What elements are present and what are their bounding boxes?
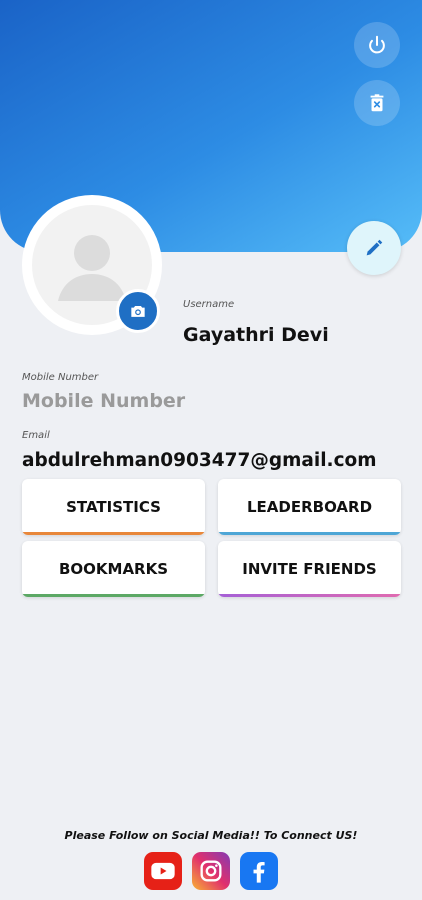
delete-icon — [370, 94, 384, 112]
change-photo-button[interactable] — [116, 289, 160, 333]
statistics-button[interactable]: STATISTICS — [22, 479, 205, 535]
bookmarks-label: BOOKMARKS — [58, 560, 169, 578]
delete-account-button[interactable] — [354, 80, 400, 126]
pencil-icon — [366, 239, 383, 256]
youtube-button[interactable] — [144, 852, 182, 890]
invite-friends-label: INVITE FRIENDS — [242, 560, 377, 578]
username-value: Gayathri Devi — [183, 324, 329, 346]
username-label: Username — [183, 299, 235, 310]
statistics-accent-bar — [22, 532, 205, 535]
instagram-button[interactable] — [192, 852, 230, 890]
youtube-icon — [151, 862, 175, 880]
bookmarks-accent-bar — [22, 594, 205, 597]
email-value: abdulrehman0903477@gmail.com — [22, 450, 377, 471]
leaderboard-button[interactable]: LEADERBOARD — [218, 479, 401, 535]
mobile-number-field[interactable]: Mobile Number — [22, 390, 185, 412]
instagram-icon — [200, 860, 222, 882]
email-label: Email — [22, 430, 50, 441]
camera-icon — [131, 306, 145, 317]
bookmarks-button[interactable]: BOOKMARKS — [22, 541, 205, 597]
invite-friends-accent-bar — [218, 594, 401, 597]
leaderboard-accent-bar — [218, 532, 401, 535]
logout-button[interactable] — [354, 22, 400, 68]
edit-profile-button[interactable] — [347, 221, 401, 275]
power-icon — [369, 35, 385, 54]
invite-friends-button[interactable]: INVITE FRIENDS — [218, 541, 401, 597]
leaderboard-label: LEADERBOARD — [246, 498, 373, 516]
mobile-number-label: Mobile Number — [22, 372, 99, 383]
facebook-button[interactable] — [240, 852, 278, 890]
social-follow-text: Please Follow on Social Media!! To Conne… — [64, 829, 358, 842]
facebook-icon — [253, 862, 265, 883]
statistics-label: STATISTICS — [66, 498, 161, 516]
